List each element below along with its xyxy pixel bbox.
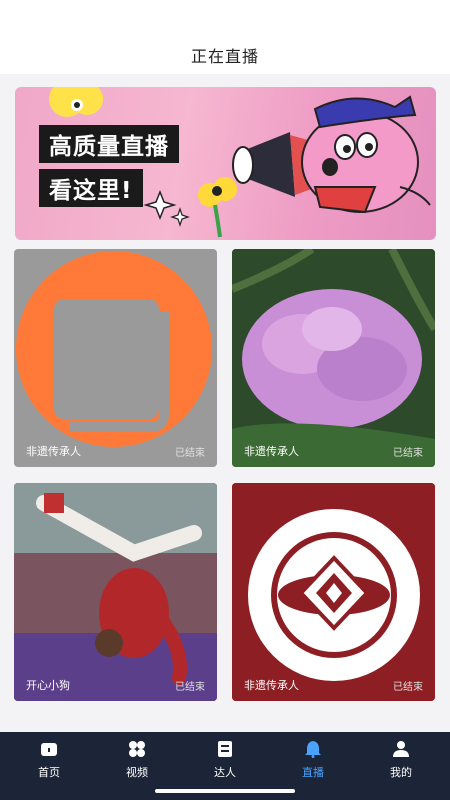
grid-icon: [129, 741, 145, 757]
card-label: 非遗传承人: [244, 679, 299, 692]
card-label: 非遗传承人: [26, 445, 81, 458]
tab-home[interactable]: 首页: [4, 732, 94, 792]
home-icon: [41, 743, 57, 756]
live-card[interactable]: 非遗传承人 已结束: [14, 249, 217, 467]
tab-label: 达人: [214, 766, 236, 779]
banner-illustration: [49, 87, 431, 238]
card-status: 已结束: [175, 682, 205, 693]
bell-icon: [305, 741, 321, 758]
page-header: 正在直播: [0, 0, 450, 74]
tab-live[interactable]: 直播: [268, 732, 358, 792]
live-card[interactable]: 开心小狗 已结束: [14, 483, 217, 701]
tab-label: 我的: [390, 766, 412, 779]
heritage-logo: [232, 483, 435, 701]
user-icon: [393, 741, 409, 757]
banner-headline: 高质量直播: [39, 125, 179, 163]
tab-label: 视频: [126, 766, 148, 779]
tab-label: 直播: [302, 766, 324, 779]
book-icon: [16, 251, 212, 447]
promo-banner[interactable]: 高质量直播 看这里!: [15, 87, 436, 240]
card-status: 已结束: [393, 448, 423, 459]
home-indicator: [155, 789, 295, 793]
card-label: 非遗传承人: [244, 445, 299, 458]
live-card[interactable]: 非遗传承人 已结束: [232, 249, 435, 467]
page-title: 正在直播: [190, 47, 259, 66]
live-card[interactable]: 非遗传承人 已结束: [232, 483, 435, 701]
card-status: 已结束: [393, 682, 423, 693]
tab-mine[interactable]: 我的: [356, 732, 446, 792]
card-status: 已结束: [175, 448, 205, 459]
hydrangea-photo: [232, 249, 435, 467]
tab-experts[interactable]: 达人: [180, 732, 270, 792]
breakdance-photo: [14, 483, 217, 701]
card-label: 开心小狗: [26, 679, 70, 692]
tab-label: 首页: [38, 766, 60, 779]
tab-video[interactable]: 视频: [92, 732, 182, 792]
profile-card-icon: [218, 741, 232, 757]
banner-subline: 看这里!: [39, 169, 143, 207]
